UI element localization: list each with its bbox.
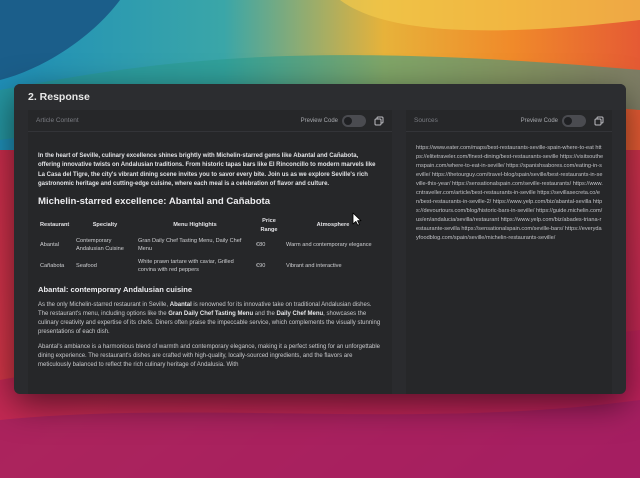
table-cell: Gran Daily Chef Tasting Menu, Daily Chef… [138,238,242,253]
article-panel-toolbar: Article Content Preview Code [28,110,392,132]
copy-icon[interactable] [594,116,604,126]
bold-text: Daily Chef Menu [276,310,324,317]
restaurant-table: Restaurant Specialty Menu Highlights Pri… [38,216,382,276]
preview-code-toggle[interactable] [342,114,366,127]
toggle-knob [344,116,352,125]
sources-panel-label: Sources [414,117,438,124]
table-header-cell: Atmosphere [316,222,350,229]
section-title: 2. Response [28,91,90,103]
table-cell: White prawn tartare with caviar, Grilled… [138,258,234,273]
article-paragraph: Abantal's ambiance is a harmonious blend… [38,343,381,369]
article-heading: Michelin-starred excellence: Abantal and… [38,196,271,208]
toggle-knob [564,116,572,125]
mouse-pointer-icon [352,212,362,226]
paragraph-text: As the only Michelin-starred restaurant … [38,301,170,308]
sources-panel: Sources Preview Code https://www.eater.c… [406,110,612,394]
app-window: 2. Response Article Content Preview Code… [14,84,626,394]
table-cell: Seafood [76,262,97,269]
table-header-cell: Price Range [260,218,278,233]
article-panel-label: Article Content [36,117,79,124]
sources-panel-toolbar: Sources Preview Code [406,110,612,132]
bold-text: Gran Daily Chef Tasting Menu [168,310,254,317]
table-header-cell: Menu Highlights [173,222,217,229]
table-cell: Abantal [40,242,59,249]
sources-list: https://www.eater.com/maps/best-restaura… [406,132,612,244]
paragraph-text: and the [253,310,277,317]
table-cell: Contemporary Andalusian Cuisine [76,238,124,253]
table-header-row: Restaurant Specialty Menu Highlights Pri… [38,216,382,235]
copy-icon[interactable] [374,116,384,126]
preview-code-label: Preview Code [300,117,338,124]
table-cell: Vibrant and interactive [286,262,342,269]
table-cell: Warm and contemporary elegance [286,242,372,249]
table-cell: Cañabota [40,262,65,269]
article-paragraph: As the only Michelin-starred restaurant … [38,301,382,338]
table-row: Cañabota Seafood White prawn tartare wit… [38,256,382,276]
article-subheading: Abantal: contemporary Andalusian cuisine [38,284,193,294]
article-content-panel: Article Content Preview Code In the hear… [28,110,392,394]
table-header-cell: Specialty [92,222,118,229]
table-header-cell: Restaurant [40,222,70,229]
preview-code-label: Preview Code [520,117,558,124]
sources-text[interactable]: https://www.eater.com/maps/best-restaura… [416,144,604,244]
preview-code-toggle[interactable] [562,114,586,127]
section-header: 2. Response [14,84,626,110]
article-content: In the heart of Seville, culinary excell… [28,132,392,371]
article-intro: In the heart of Seville, culinary excell… [38,153,376,187]
table-cell: €80 [256,242,266,249]
table-cell: €90 [256,262,266,269]
bold-text: Abantal [169,301,192,308]
table-row: Abantal Contemporary Andalusian Cuisine … [38,235,382,255]
